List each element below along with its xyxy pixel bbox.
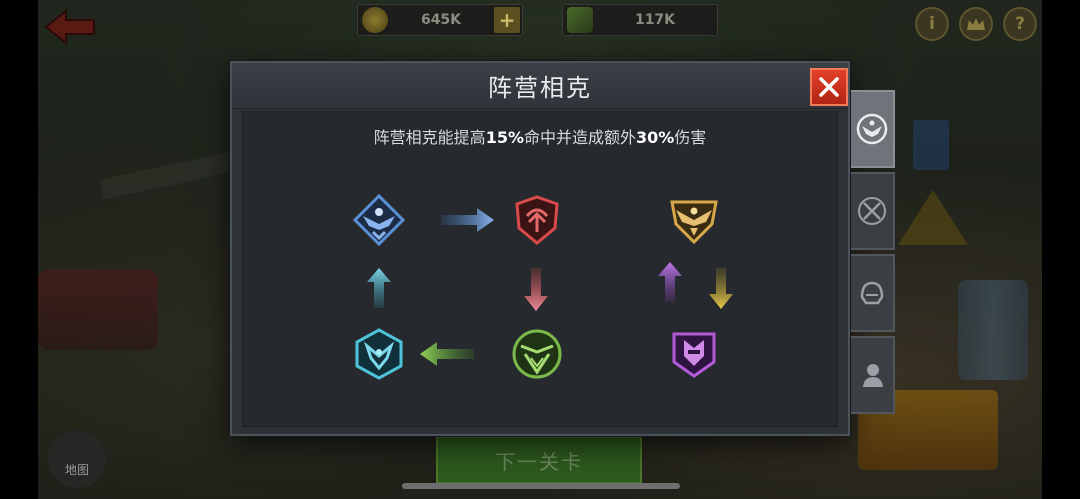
info-icon: i xyxy=(929,14,935,34)
red-faction-emblem xyxy=(515,195,559,245)
cyan-faction-emblem xyxy=(355,328,403,380)
map-label: 地图 xyxy=(64,463,89,477)
crossed-swords-icon xyxy=(858,197,886,225)
close-icon xyxy=(819,77,839,97)
dialog-title: 阵营相克 xyxy=(232,63,848,109)
add-coins-button[interactable]: + xyxy=(494,7,520,33)
gold-faction-emblem xyxy=(670,200,718,245)
arrow-up-purple-to-gold xyxy=(658,262,682,302)
dialog-content: 阵营相克能提高15%命中并造成额外30%伤害 xyxy=(242,111,838,427)
next-level-button[interactable]: 下一关卡 xyxy=(436,436,642,484)
hero-profile-icon xyxy=(863,364,883,387)
arrow-up-cyan-to-blue xyxy=(367,268,391,308)
damage-bonus: 30% xyxy=(636,128,675,147)
help-button[interactable]: ? xyxy=(1003,7,1037,41)
blue-banner xyxy=(913,120,949,170)
coin-icon xyxy=(362,7,388,33)
desc-part-3: 伤害 xyxy=(674,128,707,147)
desc-part-2: 命中并造成额外 xyxy=(523,128,636,147)
vehicle xyxy=(38,270,158,350)
energy-counter: 117K xyxy=(562,4,718,36)
faction-counter-dialog: 阵营相克 阵营相克能提高15%命中并造成额外30%伤害 xyxy=(230,61,850,436)
tab-faction[interactable] xyxy=(851,90,895,168)
arrow-down-gold-to-purple xyxy=(709,268,733,309)
home-indicator[interactable] xyxy=(402,483,680,489)
back-arrow-icon xyxy=(44,8,95,46)
tab-shield[interactable] xyxy=(851,254,895,332)
energy-value: 117K xyxy=(634,12,676,28)
map-button[interactable]: 地图 xyxy=(48,430,106,488)
crown-button[interactable] xyxy=(959,7,993,41)
blue-faction-emblem xyxy=(353,194,405,246)
arrow-right-blue-to-red xyxy=(441,208,494,232)
desc-part-1: 阵营相克能提高 xyxy=(373,128,486,147)
help-icon: ? xyxy=(1015,14,1025,34)
helmet-icon xyxy=(860,281,884,305)
hit-bonus: 15% xyxy=(485,128,524,147)
warning-sign xyxy=(898,190,968,245)
faction-description: 阵营相克能提高15%命中并造成额外30%伤害 xyxy=(243,124,837,148)
barrel xyxy=(958,280,1028,380)
back-button[interactable] xyxy=(44,8,96,46)
close-button[interactable] xyxy=(810,68,848,106)
coin-counter: 645K + xyxy=(357,4,523,36)
coin-value: 645K xyxy=(420,12,462,28)
info-button[interactable]: i xyxy=(915,7,949,41)
faction-tab-icon xyxy=(856,113,888,145)
battery-icon xyxy=(567,7,593,33)
tab-weapons[interactable] xyxy=(851,172,895,250)
crown-icon xyxy=(967,18,985,30)
purple-faction-emblem xyxy=(672,332,716,378)
arrow-down-red-to-green xyxy=(524,268,548,311)
next-level-label: 下一关卡 xyxy=(495,449,583,474)
green-faction-emblem xyxy=(512,329,562,379)
tab-hero[interactable] xyxy=(851,336,895,414)
arrow-left-green-to-cyan xyxy=(420,342,474,366)
